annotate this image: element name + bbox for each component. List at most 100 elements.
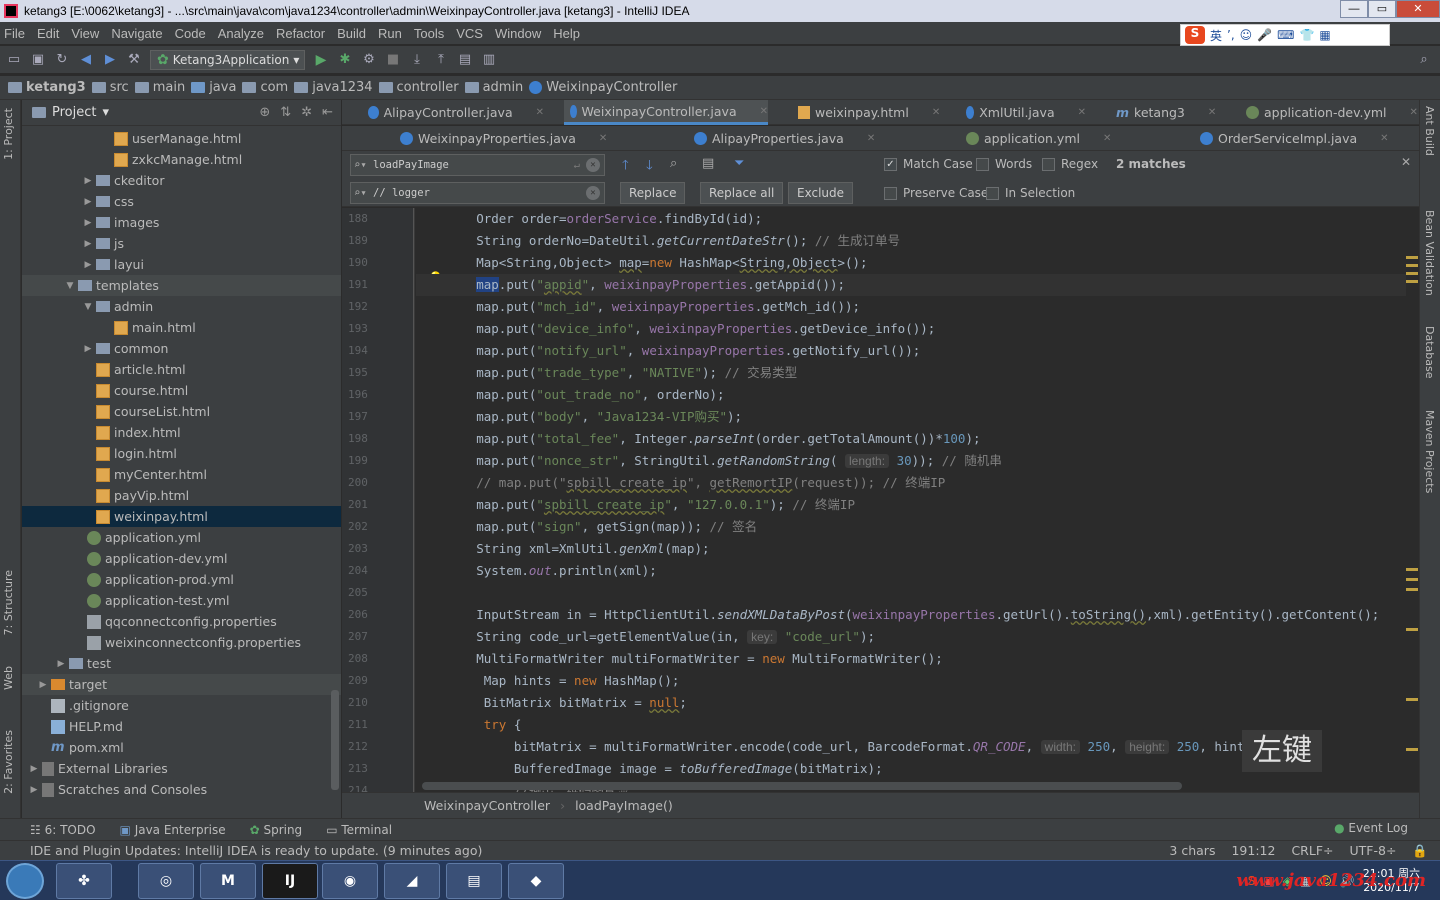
tree-item[interactable]: application.yml: [22, 527, 341, 548]
replace-all-button[interactable]: Replace all: [700, 182, 784, 204]
breadcrumb-java1234[interactable]: java1234: [294, 80, 373, 95]
debug-icon[interactable]: ✱: [337, 52, 353, 68]
tree-item[interactable]: ▶ test: [22, 653, 341, 674]
tree-item[interactable]: myCenter.html: [22, 464, 341, 485]
taskbar-app-icon[interactable]: M: [200, 863, 256, 899]
taskbar-app-icon[interactable]: ◆: [508, 863, 564, 899]
punctuation-icon[interactable]: ’,: [1227, 28, 1235, 42]
ant-build-tool-tab[interactable]: Ant Build: [1423, 106, 1436, 156]
favorites-tool-tab[interactable]: 2: Favorites: [2, 730, 15, 794]
search-input[interactable]: ⌕▾ loadPayImage ↵ ✕: [350, 154, 605, 176]
replace-input[interactable]: ⌕▾ // logger ✕: [350, 182, 605, 204]
expanded-arrow-icon[interactable]: ▼: [64, 281, 76, 291]
bean-validation-tool-tab[interactable]: Bean Validation: [1423, 210, 1436, 296]
previous-occurrence-icon[interactable]: 🡑: [622, 156, 629, 178]
newline-icon[interactable]: ↵: [574, 155, 580, 175]
vcs-commit-icon[interactable]: ⤒: [433, 52, 449, 68]
tree-item[interactable]: courseList.html: [22, 401, 341, 422]
vcs-update-icon[interactable]: ⤓: [409, 52, 425, 68]
breadcrumb-controller[interactable]: controller: [378, 80, 459, 95]
tree-item[interactable]: ▶ ckeditor: [22, 170, 341, 191]
tab-alipaycontroller[interactable]: AlipayController.java ✕: [362, 100, 544, 125]
collapsed-arrow-icon[interactable]: ▶: [82, 176, 94, 186]
windows-start-button[interactable]: [6, 863, 44, 899]
tree-item[interactable]: ▶ External Libraries: [22, 758, 341, 779]
project-tool-tab[interactable]: 1: Project: [2, 108, 15, 160]
java-enterprise-tool-button[interactable]: ▣ Java Enterprise: [120, 823, 226, 837]
menu-edit[interactable]: Edit: [37, 26, 59, 41]
tree-item[interactable]: ▼ admin: [22, 296, 341, 317]
warning-mark[interactable]: [1406, 628, 1418, 631]
web-tool-tab[interactable]: Web: [2, 666, 15, 690]
warning-mark[interactable]: [1406, 588, 1418, 591]
menu-vcs[interactable]: VCS: [456, 26, 483, 41]
tree-item[interactable]: .gitignore: [22, 695, 341, 716]
next-occurrence-icon[interactable]: 🡓: [646, 156, 653, 178]
collapse-all-icon[interactable]: ⇅: [280, 105, 291, 120]
breadcrumb-admin[interactable]: admin: [464, 80, 523, 95]
tree-item[interactable]: article.html: [22, 359, 341, 380]
maven-projects-tool-tab[interactable]: Maven Projects: [1423, 410, 1436, 493]
tree-item[interactable]: index.html: [22, 422, 341, 443]
microphone-icon[interactable]: 🎤: [1257, 28, 1272, 42]
sync-icon[interactable]: ↻: [54, 52, 70, 68]
tree-item[interactable]: ▶ images: [22, 212, 341, 233]
tree-item[interactable]: zxkcManage.html: [22, 149, 341, 170]
warning-mark[interactable]: [1406, 568, 1418, 571]
breadcrumb-src[interactable]: src: [91, 80, 129, 95]
select-all-occurrences-icon[interactable]: ▤: [702, 156, 714, 171]
tree-item[interactable]: userManage.html: [22, 128, 341, 149]
tree-item[interactable]: weixinpay.html: [22, 506, 341, 527]
stop-icon[interactable]: ■: [385, 52, 401, 68]
ime-toolbar[interactable]: S 英 ’, ☺ 🎤 ⌨ 👕 ▦: [1180, 24, 1390, 46]
menu-build[interactable]: Build: [337, 26, 366, 41]
clear-search-icon[interactable]: ✕: [586, 158, 600, 172]
tab-pom-ketang3[interactable]: m ketang3 ✕: [1110, 100, 1216, 125]
tree-item[interactable]: ▶ common: [22, 338, 341, 359]
close-icon[interactable]: ✕: [1103, 133, 1111, 144]
coverage-icon[interactable]: ⚙: [361, 52, 377, 68]
menu-file[interactable]: File: [4, 26, 25, 41]
search-everywhere-icon[interactable]: ⌕: [1416, 52, 1432, 68]
warning-mark[interactable]: [1406, 256, 1418, 259]
tab-weixinpay-html[interactable]: weixinpay.html ✕: [792, 100, 942, 125]
tree-item[interactable]: payVip.html: [22, 485, 341, 506]
menu-refactor[interactable]: Refactor: [276, 26, 325, 41]
taskbar-app-icon[interactable]: ✤: [56, 863, 112, 899]
event-log-button[interactable]: ● Event Log: [1334, 821, 1408, 835]
toolbox-icon[interactable]: ▦: [1319, 28, 1330, 42]
project-scrollbar[interactable]: [331, 690, 339, 790]
tree-item[interactable]: application-test.yml: [22, 590, 341, 611]
menu-tools[interactable]: Tools: [414, 26, 444, 41]
breadcrumb-project[interactable]: ketang3: [8, 80, 86, 95]
warning-mark[interactable]: [1406, 280, 1418, 283]
breadcrumb-com[interactable]: com: [242, 80, 288, 95]
caret-position[interactable]: 191:12: [1231, 843, 1275, 859]
warning-mark[interactable]: [1406, 748, 1418, 751]
tree-item[interactable]: ▶ css: [22, 191, 341, 212]
replace-button[interactable]: Replace: [620, 182, 686, 204]
taskbar-app-icon[interactable]: ◢: [384, 863, 440, 899]
code-editor[interactable]: Order order=orderService.findById(id); S…: [416, 208, 1406, 792]
minimize-button[interactable]: —: [1340, 0, 1368, 18]
skin-icon[interactable]: 👕: [1299, 28, 1314, 42]
ime-language[interactable]: 英: [1210, 27, 1222, 44]
tree-item[interactable]: HELP.md: [22, 716, 341, 737]
sdk-icon[interactable]: ▥: [481, 52, 497, 68]
menu-help[interactable]: Help: [553, 26, 580, 41]
tree-item[interactable]: ▼ templates: [22, 275, 341, 296]
collapsed-arrow-icon[interactable]: ▶: [82, 260, 94, 270]
breadcrumb-method[interactable]: loadPayImage(): [575, 798, 673, 813]
collapsed-arrow-icon[interactable]: ▶: [28, 764, 40, 774]
expanded-arrow-icon[interactable]: ▼: [82, 302, 94, 312]
close-icon[interactable]: ✕: [1208, 107, 1216, 118]
tree-item[interactable]: ▶ Scratches and Consoles: [22, 779, 341, 800]
tab-weixinpayproperties[interactable]: WeixinpayProperties.java ✕: [394, 126, 634, 151]
breadcrumb-class[interactable]: WeixinpayController: [424, 798, 550, 813]
tab-application-dev-yml[interactable]: application-dev.yml ✕: [1240, 100, 1418, 125]
maximize-button[interactable]: ▭: [1368, 0, 1396, 18]
menu-window[interactable]: Window: [495, 26, 541, 41]
tree-item[interactable]: ▶ layui: [22, 254, 341, 275]
run-icon[interactable]: ▶: [313, 52, 329, 68]
warning-mark[interactable]: [1406, 698, 1418, 701]
